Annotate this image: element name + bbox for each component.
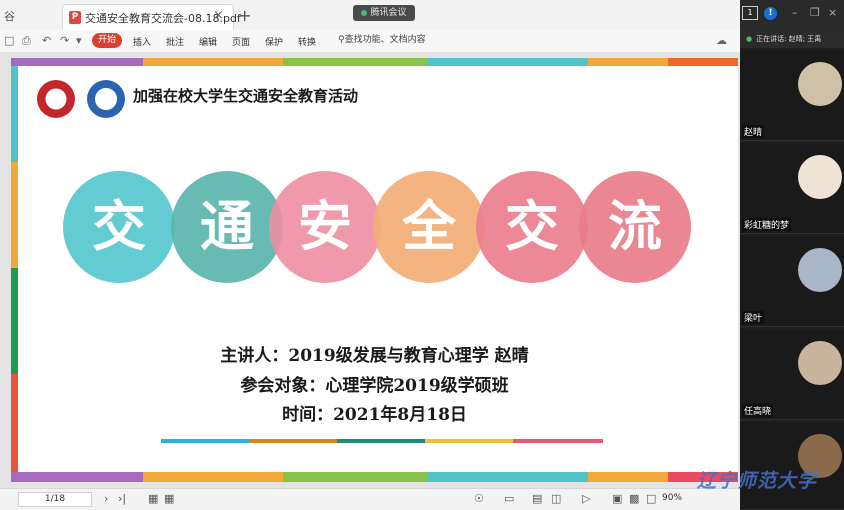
top-bar-segment bbox=[588, 58, 668, 66]
title-circle-2: 通 bbox=[171, 171, 283, 283]
meeting-sidebar: 1 ! – ❐ × ● 正在讲话: 赵晴; 王禹 赵晴 彩虹糖的梦 梁叶 任高晓 bbox=[740, 0, 844, 510]
meeting-indicator-label: 腾讯会议 bbox=[370, 8, 407, 18]
bottom-bar-segment bbox=[11, 472, 143, 482]
top-bar-segment bbox=[143, 58, 283, 66]
redo-icon[interactable]: ↷ bbox=[60, 34, 69, 47]
close-window-icon[interactable]: × bbox=[828, 6, 837, 19]
avatar bbox=[798, 248, 842, 292]
tab-home[interactable]: 谷 bbox=[0, 6, 64, 30]
speaking-indicator: ● 正在讲话: 赵晴; 王禹 bbox=[740, 30, 844, 48]
participant-tile[interactable]: 赵晴 bbox=[740, 50, 844, 141]
school-badge-logo bbox=[87, 80, 125, 118]
menu-page[interactable]: 页面 bbox=[232, 35, 250, 48]
cloud-sync-icon[interactable]: ☁ bbox=[716, 34, 727, 47]
top-bar-segment bbox=[428, 58, 588, 66]
undo-icon[interactable]: ↶ bbox=[42, 34, 51, 47]
menu-edit[interactable]: 编辑 bbox=[199, 35, 217, 48]
double-page-icon[interactable]: ◫ bbox=[551, 492, 561, 505]
participant-name: 梁叶 bbox=[742, 311, 765, 324]
restore-icon[interactable]: ❐ bbox=[810, 6, 820, 19]
continuous-page-icon[interactable]: ▤ bbox=[532, 492, 542, 505]
speaker-line: 主讲人：2019级发展与教育心理学 赵晴 bbox=[220, 346, 529, 366]
last-page-icon[interactable]: ›| bbox=[118, 492, 126, 505]
speaking-text: 正在讲话: 赵晴; 王禹 bbox=[756, 35, 822, 43]
eye-care-icon[interactable]: ☉ bbox=[474, 492, 484, 505]
date-line: 时间：2021年8月18日 bbox=[282, 405, 467, 425]
close-tab-icon[interactable]: × bbox=[213, 8, 224, 23]
slide-page: 加强在校大学生交通安全教育活动 交 通 安 全 交 流 主讲人：2019级发展与… bbox=[11, 58, 738, 482]
title-circle-6: 流 bbox=[579, 171, 691, 283]
avatar bbox=[798, 62, 842, 106]
tab-document[interactable]: P 交通安全教育交流会-08.18.pdf × bbox=[62, 4, 241, 31]
next-page-icon[interactable]: › bbox=[104, 492, 108, 505]
participant-name: 彩虹糖的梦 bbox=[742, 218, 792, 231]
file-icon[interactable]: □ bbox=[4, 34, 14, 47]
participant-tile[interactable]: 梁叶 bbox=[740, 236, 844, 327]
bottom-bar-segment bbox=[283, 472, 428, 482]
play-icon[interactable]: ▷ bbox=[582, 492, 590, 505]
underline-segment bbox=[337, 439, 425, 443]
underline-segment bbox=[161, 439, 249, 443]
left-stripe bbox=[11, 162, 18, 268]
menu-convert[interactable]: 转换 bbox=[298, 35, 316, 48]
page-number-input[interactable]: 1/18 bbox=[18, 492, 92, 507]
bottom-bar-segment bbox=[428, 472, 588, 482]
info-icon[interactable]: ! bbox=[764, 7, 777, 20]
underline-segment bbox=[249, 439, 337, 443]
top-bar-segment bbox=[283, 58, 428, 66]
single-page-icon[interactable]: ▭ bbox=[504, 492, 514, 505]
watermark: 辽宁师范大学 bbox=[697, 470, 818, 492]
top-bar-segment bbox=[11, 58, 143, 66]
slide-heading: 加强在校大学生交通安全教育活动 bbox=[133, 87, 359, 105]
fit-page-icon[interactable]: ▩ bbox=[629, 492, 639, 505]
meeting-indicator[interactable]: 腾讯会议 bbox=[353, 5, 415, 21]
bottom-bar-segment bbox=[143, 472, 283, 482]
menu-annotate[interactable]: 批注 bbox=[166, 35, 184, 48]
title-circle-4: 全 bbox=[373, 171, 485, 283]
bottom-bar-segment bbox=[588, 472, 668, 482]
search-icon: ⚲ bbox=[338, 35, 345, 45]
tab-bar: 谷 P 交通安全教育交流会-08.18.pdf × + 腾讯会议 bbox=[0, 0, 740, 31]
underline-segment bbox=[425, 439, 513, 443]
start-tab-button[interactable]: 开始 bbox=[92, 33, 123, 48]
minimize-icon[interactable]: – bbox=[792, 6, 798, 19]
menu-protect[interactable]: 保护 bbox=[265, 35, 283, 48]
underline-segment bbox=[513, 439, 603, 443]
toolbar: □ ⎙ ↶ ↷ ▾ 开始 插入 批注 编辑 页面 保护 转换 ⚲查找功能、文档内… bbox=[0, 30, 740, 53]
recording-dot-icon bbox=[361, 9, 368, 16]
participant-name: 任高晓 bbox=[742, 404, 774, 417]
search-input[interactable]: ⚲查找功能、文档内容 bbox=[338, 33, 430, 48]
title-circle-3: 安 bbox=[269, 171, 381, 283]
fit-right-icon[interactable]: ▦ bbox=[164, 492, 174, 505]
avatar bbox=[798, 341, 842, 385]
layout-icon[interactable]: 1 bbox=[742, 6, 758, 20]
fit-width-icon[interactable]: ▣ bbox=[612, 492, 622, 505]
meeting-sidebar-header: 1 ! – ❐ × bbox=[740, 0, 844, 30]
left-stripe bbox=[11, 66, 18, 162]
pdf-icon: P bbox=[69, 11, 81, 24]
microphone-icon: ● bbox=[746, 35, 753, 43]
university-seal-logo bbox=[37, 80, 75, 118]
audience-line: 参会对象：心理学院2019级学硕班 bbox=[240, 376, 509, 396]
avatar bbox=[798, 155, 842, 199]
zoom-icon[interactable]: □ bbox=[646, 492, 656, 505]
print-icon[interactable]: ⎙ bbox=[22, 34, 31, 48]
participant-tile[interactable]: 彩虹糖的梦 bbox=[740, 143, 844, 234]
zoom-level[interactable]: 90% bbox=[662, 493, 682, 503]
menu-insert[interactable]: 插入 bbox=[133, 35, 151, 48]
title-circle-1: 交 bbox=[63, 171, 175, 283]
top-bar-segment bbox=[668, 58, 738, 66]
title-circle-5: 交 bbox=[476, 171, 588, 283]
participant-tile[interactable]: 任高晓 bbox=[740, 329, 844, 420]
participant-name: 赵晴 bbox=[742, 125, 765, 138]
add-tab-button[interactable]: + bbox=[238, 6, 251, 25]
dropdown-icon[interactable]: ▾ bbox=[76, 34, 82, 47]
fit-left-icon[interactable]: ▦ bbox=[148, 492, 158, 505]
search-placeholder: 查找功能、文档内容 bbox=[344, 35, 426, 45]
status-bar: 1/18 › ›| ▦ ▦ ☉ ▭ ▤ ◫ ▷ ▣ ▩ □ 90% bbox=[0, 488, 740, 510]
